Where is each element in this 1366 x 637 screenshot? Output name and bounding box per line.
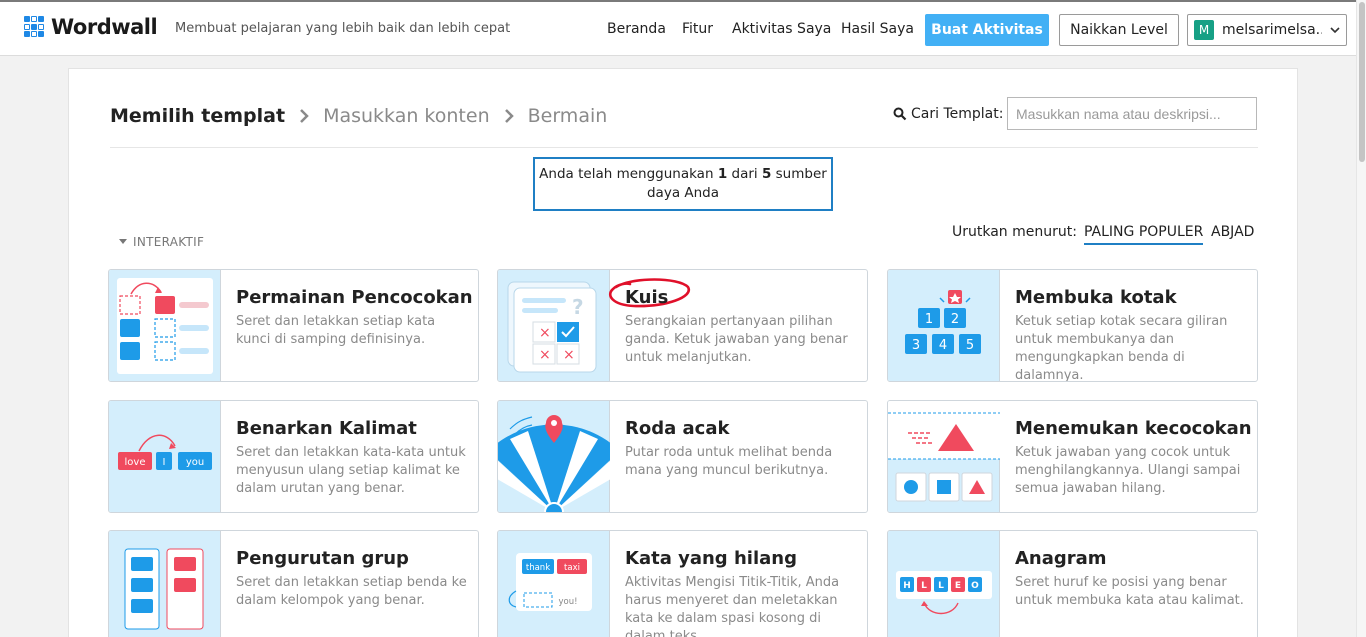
avatar: M xyxy=(1194,20,1214,40)
template-description: Aktivitas Mengisi Titik-Titik, Anda haru… xyxy=(625,575,840,637)
template-card-open-box[interactable]: 1 2 3 4 5 Membuka kotak Ketuk setiap kot… xyxy=(887,269,1258,382)
find-match-icon xyxy=(888,401,1000,512)
template-title: Benarkan Kalimat xyxy=(236,418,417,439)
svg-text:×: × xyxy=(539,325,551,341)
template-card-anagram[interactable]: H L L E O Anagram Seret huruf ke posisi … xyxy=(887,530,1258,637)
user-menu[interactable]: M melsarimelsa... xyxy=(1187,14,1347,46)
sort-alphabetical[interactable]: ABJAD xyxy=(1211,224,1254,240)
wordwall-logo-icon xyxy=(24,16,46,38)
header-divider xyxy=(110,147,1258,148)
logo-text: Wordwall xyxy=(51,15,158,39)
breadcrumb-step-enter-content: Masukkan konten xyxy=(323,105,490,127)
word-tile: love xyxy=(125,457,146,468)
anagram-icon: H L L E O xyxy=(888,531,1000,637)
box-number: 2 xyxy=(951,312,959,327)
template-title: Pengurutan grup xyxy=(236,548,409,569)
random-wheel-icon xyxy=(498,401,620,512)
caret-down-icon xyxy=(119,239,127,244)
box-number: 5 xyxy=(966,338,974,353)
template-card-unjumble[interactable]: love I you Benarkan Kalimat Seret dan le… xyxy=(108,400,479,513)
match-up-icon xyxy=(109,270,221,381)
template-picker-panel: Memilih templat Masukkan konten Bermain … xyxy=(68,68,1298,637)
template-title: Anagram xyxy=(1015,548,1107,569)
breadcrumb-step-choose-template: Memilih templat xyxy=(110,105,286,127)
sentence-text: you! xyxy=(558,597,577,607)
template-card-quiz[interactable]: ? × × × Kuis Serangkaian pertanyaan pili… xyxy=(497,269,868,382)
word-tile: I xyxy=(163,457,166,468)
chevron-right-icon xyxy=(504,109,514,123)
quota-line-1: Anda telah menggunakan 1 dari 5 sumber xyxy=(539,165,827,184)
top-navigation-bar: Wordwall Membuat pelajaran yang lebih ba… xyxy=(0,0,1366,56)
chevron-right-icon xyxy=(300,109,309,123)
quota-line-2: daya Anda xyxy=(646,185,720,201)
template-title: Membuka kotak xyxy=(1015,287,1177,308)
box-number: 3 xyxy=(912,338,920,353)
quota-suffix: sumber xyxy=(771,166,827,182)
page-scrollbar[interactable] xyxy=(1356,0,1366,637)
template-description: Serangkaian pertanyaan pilihan ganda. Ke… xyxy=(625,314,848,365)
template-description: Seret huruf ke posisi yang benar untuk m… xyxy=(1015,575,1244,608)
template-description: Putar roda untuk melihat benda mana yang… xyxy=(625,445,833,478)
nav-my-activities[interactable]: Aktivitas Saya xyxy=(732,21,831,37)
user-name: melsarimelsa... xyxy=(1222,22,1322,38)
template-description: Seret dan letakkan kata-kata untuk menyu… xyxy=(236,445,466,496)
template-description: Seret dan letakkan setiap benda ke dalam… xyxy=(236,575,467,608)
letter-tile: L xyxy=(921,581,927,591)
quota-total: 5 xyxy=(761,166,772,182)
nav-my-results[interactable]: Hasil Saya xyxy=(841,21,914,37)
search-icon xyxy=(893,107,907,121)
wordwall-logo[interactable]: Wordwall xyxy=(24,15,158,39)
word-tile: taxi xyxy=(564,563,580,573)
search-label-text: Cari Templat: xyxy=(911,106,1004,122)
section-label: INTERAKTIF xyxy=(133,235,205,249)
letter-tile: O xyxy=(971,581,979,591)
chevron-down-icon xyxy=(1330,26,1340,33)
template-search-input[interactable] xyxy=(1007,97,1257,130)
template-card-match-up[interactable]: Permainan Pencocokan Seret dan letakkan … xyxy=(108,269,479,382)
sort-label: Urutkan menurut: xyxy=(952,224,1077,240)
template-title: Roda acak xyxy=(625,418,730,439)
template-description: Seret dan letakkan setiap kata kunci di … xyxy=(236,314,436,347)
quota-prefix: Anda telah menggunakan xyxy=(539,166,718,182)
word-tile: thank xyxy=(526,563,550,573)
template-card-group-sort[interactable]: Pengurutan grup Seret dan letakkan setia… xyxy=(108,530,479,637)
template-card-find-the-match[interactable]: Menemukan kecocokan Ketuk jawaban yang c… xyxy=(887,400,1258,513)
open-box-icon: 1 2 3 4 5 xyxy=(888,270,1000,381)
template-description: Ketuk jawaban yang cocok untuk menghilan… xyxy=(1015,445,1241,496)
template-card-random-wheel[interactable]: Roda acak Putar roda untuk melihat benda… xyxy=(497,400,868,513)
template-card-missing-word[interactable]: thank taxi you! Kata yang hilang Aktivit… xyxy=(497,530,868,637)
search-label: Cari Templat: xyxy=(893,106,1003,122)
quiz-icon: ? × × × xyxy=(498,270,610,381)
sort-most-popular[interactable]: PALING POPULER xyxy=(1084,224,1204,245)
svg-text:?: ? xyxy=(572,295,584,319)
svg-text:×: × xyxy=(563,347,575,363)
template-title: Kata yang hilang xyxy=(625,548,797,569)
template-description: Ketuk setiap kotak secara giliran untuk … xyxy=(1015,314,1228,382)
template-title: Permainan Pencocokan xyxy=(236,287,473,308)
group-sort-icon xyxy=(109,531,221,637)
letter-tile: E xyxy=(955,581,961,591)
svg-text:×: × xyxy=(539,347,551,363)
nav-features[interactable]: Fitur xyxy=(682,21,713,37)
letter-tile: H xyxy=(903,581,911,591)
usage-quota-notice: Anda telah menggunakan 1 dari 5 sumber d… xyxy=(533,157,833,211)
breadcrumb-step-play: Bermain xyxy=(527,105,608,127)
letter-tile: L xyxy=(938,581,944,591)
upgrade-button[interactable]: Naikkan Level xyxy=(1059,14,1179,46)
tagline: Membuat pelajaran yang lebih baik dan le… xyxy=(175,21,511,36)
breadcrumb: Memilih templat Masukkan konten Bermain xyxy=(110,105,607,127)
box-number: 4 xyxy=(939,338,947,353)
unjumble-icon: love I you xyxy=(109,401,221,512)
missing-word-icon: thank taxi you! xyxy=(498,531,610,637)
template-title: Menemukan kecocokan xyxy=(1015,418,1252,439)
scrollbar-thumb[interactable] xyxy=(1359,2,1365,162)
template-title: Kuis xyxy=(625,287,669,308)
word-tile: you xyxy=(186,457,204,468)
section-toggle-interactive[interactable]: INTERAKTIF xyxy=(119,235,204,249)
quota-middle: dari xyxy=(727,166,762,182)
create-activity-button[interactable]: Buat Aktivitas xyxy=(925,14,1049,46)
quota-used: 1 xyxy=(717,166,728,182)
box-number: 1 xyxy=(925,312,933,327)
nav-home[interactable]: Beranda xyxy=(607,21,666,37)
